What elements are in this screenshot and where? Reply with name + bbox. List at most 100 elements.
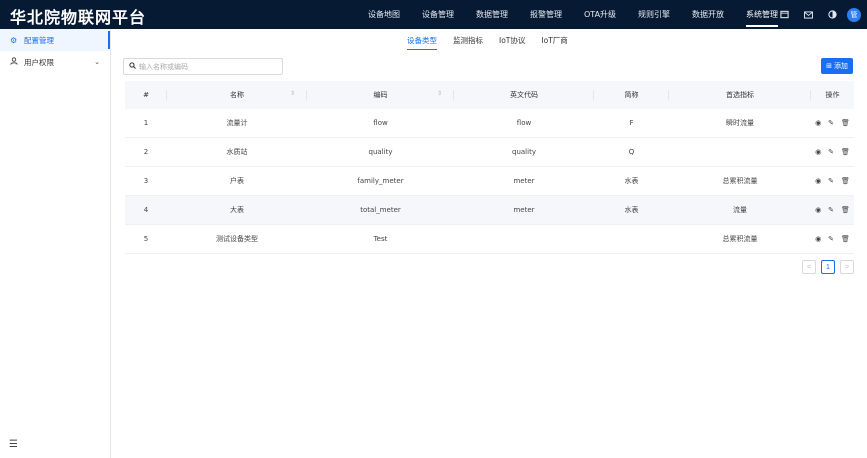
table-row: 4 大表 total_meter meter 水表 流量 ◉ ✎ 🗑 [125,196,854,225]
row-name: 测试设备类型 [216,235,258,243]
gear-icon: ⚙ [10,35,18,45]
row-preferred-metric: 总累积流量 [722,235,758,243]
edit-icon[interactable]: ✎ [828,119,834,127]
row-english-code: meter [513,206,535,214]
user-avatar-icon[interactable]: 管 [847,7,861,22]
header-index: # [125,90,167,100]
collapse-icon[interactable]: ☰ [9,439,18,450]
sidebar: ⚙ 配置管理 用户权限 ⌄ ☰ [0,29,111,458]
theme-icon[interactable] [825,8,839,22]
row-actions: ◉ ✎ 🗑 [811,235,854,243]
table-row: 1 流量计 flow flow F 瞬时流量 ◉ ✎ 🗑 [125,109,854,138]
delete-icon[interactable]: 🗑 [841,177,850,185]
row-code: Test [373,235,388,243]
top-icon-group: 管 [767,0,861,29]
tab-device-type[interactable]: 设备类型 [407,33,437,50]
row-english-code: quality [512,148,536,156]
row-abbreviation: Q [628,148,635,156]
search-box [123,58,283,75]
sidebar-item-label: 用户权限 [24,57,54,67]
tab-iot-protocol[interactable]: IoT协议 [499,33,525,49]
sort-icon: ⇕ [436,90,442,97]
tab-monitoring-metric[interactable]: 监测指标 [453,33,483,49]
sidebar-item-label: 配置管理 [24,35,54,45]
row-name: 水质站 [226,148,248,156]
edit-icon[interactable]: ✎ [828,235,834,243]
search-input[interactable] [139,62,279,71]
add-button[interactable]: ⊞ 添加 [821,58,853,74]
row-actions: ◉ ✎ 🗑 [811,119,854,127]
app-title: 华北院物联网平台 [10,8,147,27]
view-icon[interactable]: ◉ [815,235,821,243]
row-abbreviation: 水表 [624,177,639,185]
view-icon[interactable]: ◉ [815,177,821,185]
edit-icon[interactable]: ✎ [828,148,834,156]
sidebar-item-config[interactable]: ⚙ 配置管理 [0,29,110,51]
top-navigation-bar: 华北院物联网平台 设备地图 设备管理 数据管理 报警管理 OTA升级 规则引擎 … [0,0,867,29]
mail-icon[interactable] [801,8,815,22]
search-icon [129,62,136,71]
delete-icon[interactable]: 🗑 [841,235,850,243]
sub-tabs: 设备类型 监测指标 IoT协议 IoT厂商 [407,33,584,50]
row-english-code: flow [516,119,532,127]
header-code[interactable]: 编码 ⇕ [307,90,454,100]
row-code: family_meter [357,177,404,185]
header-english-code: 英文代码 [454,90,594,100]
nav-item-data-open[interactable]: 数据开放 [692,0,724,29]
device-type-table: # 名称 ⇕ 编码 ⇕ 英文代码 简称 首选指标 操作 1 流量计 flow flo… [125,81,854,254]
row-abbreviation: F [629,119,634,127]
row-index: 2 [143,148,149,156]
delete-icon[interactable]: 🗑 [841,148,850,156]
row-preferred-metric: 流量 [733,206,747,214]
table-row: 3 户表 family_meter meter 水表 总累积流量 ◉ ✎ 🗑 [125,167,854,196]
delete-icon[interactable]: 🗑 [841,119,850,127]
main-nav: 设备地图 设备管理 数据管理 报警管理 OTA升级 规则引擎 数据开放 系统管理 [368,0,800,29]
main-content: 设备类型 监测指标 IoT协议 IoT厂商 ⊞ 添加 # 名称⇕ 编码⇕ 英文代… [112,29,867,458]
add-icon: ⊞ [826,62,832,70]
row-name: 大表 [230,206,244,214]
next-page-button[interactable]: > [840,260,854,274]
chevron-down-icon: ⌄ [94,58,100,66]
table-row: 5 测试设备类型 Test 总累积流量 ◉ ✎ 🗑 [125,225,854,254]
row-index: 3 [143,177,149,185]
table-header: # 名称 ⇕ 编码 ⇕ 英文代码 简称 首选指标 操作 [125,81,854,109]
row-code: total_meter [360,206,401,214]
window-icon[interactable] [777,8,791,22]
row-preferred-metric: 瞬时流量 [726,119,754,127]
nav-item-rule-engine[interactable]: 规则引擎 [638,0,670,29]
nav-item-ota-upgrade[interactable]: OTA升级 [584,0,616,29]
nav-item-data-management[interactable]: 数据管理 [476,0,508,29]
delete-icon[interactable]: 🗑 [841,206,850,214]
row-name: 户表 [230,177,244,185]
add-button-label: 添加 [833,62,848,70]
edit-icon[interactable]: ✎ [828,177,834,185]
sidebar-item-user-permissions[interactable]: 用户权限 ⌄ [0,51,110,73]
header-name[interactable]: 名称 ⇕ [167,90,307,100]
header-preferred-metric: 首选指标 [669,90,811,100]
table-row: 2 水质站 quality quality Q ◉ ✎ 🗑 [125,138,854,167]
header-abbreviation: 简称 [594,90,669,100]
row-index: 5 [143,235,149,243]
row-code: flow [373,119,388,127]
row-index: 1 [143,119,149,127]
row-preferred-metric: 总累积流量 [722,177,758,185]
pagination: < 1 > [802,260,854,274]
view-icon[interactable]: ◉ [815,148,821,156]
user-icon [10,57,20,67]
row-english-code: meter [513,177,535,185]
row-actions: ◉ ✎ 🗑 [811,148,854,156]
nav-item-device-map[interactable]: 设备地图 [368,0,400,29]
nav-item-alarm-management[interactable]: 报警管理 [530,0,562,29]
tab-iot-vendor[interactable]: IoT厂商 [541,33,567,49]
sort-icon: ⇕ [289,90,295,97]
edit-icon[interactable]: ✎ [828,206,834,214]
row-actions: ◉ ✎ 🗑 [811,177,854,185]
page-button[interactable]: 1 [821,260,835,274]
nav-item-device-management[interactable]: 设备管理 [422,0,454,29]
view-icon[interactable]: ◉ [815,119,821,127]
row-code: quality [368,148,393,156]
row-actions: ◉ ✎ 🗑 [811,206,854,214]
view-icon[interactable]: ◉ [815,206,821,214]
header-actions: 操作 [825,91,840,99]
prev-page-button[interactable]: < [802,260,816,274]
